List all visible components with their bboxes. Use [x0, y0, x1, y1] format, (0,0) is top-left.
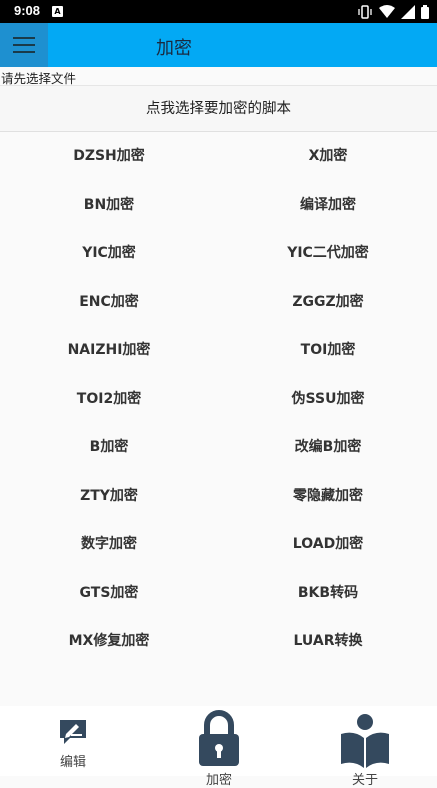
signal-icon: [401, 4, 415, 19]
encrypt-option-button[interactable]: 零隐藏加密: [219, 472, 437, 520]
page-title: 加密: [156, 38, 192, 59]
encrypt-option-button[interactable]: TOI加密: [219, 326, 437, 374]
encrypt-option-button[interactable]: NAIZHI加密: [0, 326, 218, 374]
nav-item-encrypt[interactable]: 加密: [146, 706, 292, 788]
battery-icon: [421, 4, 429, 19]
encrypt-option-button[interactable]: ZTY加密: [0, 472, 218, 520]
reader-icon: [341, 714, 389, 768]
encrypt-option-button[interactable]: 伪SSU加密: [219, 375, 437, 423]
nav-label-encrypt: 加密: [205, 773, 232, 788]
encrypt-option-button[interactable]: YIC二代加密: [219, 229, 437, 277]
encrypt-option-button[interactable]: LOAD加密: [219, 520, 437, 568]
menu-icon-line: [13, 51, 35, 53]
encrypt-option-button[interactable]: LUAR转换: [219, 617, 437, 665]
encrypt-option-button[interactable]: YIC加密: [0, 229, 218, 277]
lock-icon: [199, 710, 239, 766]
nav-item-about[interactable]: 关于: [292, 706, 437, 788]
nav-label-edit: 编辑: [59, 755, 86, 770]
notification-icon: A: [52, 6, 63, 17]
encrypt-option-button[interactable]: 改编B加密: [219, 423, 437, 471]
menu-icon-line: [13, 44, 35, 46]
wifi-icon: [379, 4, 395, 18]
encrypt-option-button[interactable]: DZSH加密: [0, 132, 218, 180]
encrypt-option-button[interactable]: MX修复加密: [0, 617, 218, 665]
pick-script-button[interactable]: 点我选择要加密的脚本: [0, 85, 437, 132]
encrypt-option-button[interactable]: GTS加密: [0, 569, 218, 617]
system-icons: [357, 4, 429, 19]
encrypt-option-button[interactable]: BN加密: [0, 181, 218, 229]
encrypt-option-button[interactable]: B加密: [0, 423, 218, 471]
bottom-navigation: 编辑 加密 关于: [0, 706, 437, 788]
menu-button[interactable]: [0, 23, 48, 67]
encrypt-option-button[interactable]: 数字加密: [0, 520, 218, 568]
vibrate-icon: [358, 4, 372, 19]
encrypt-option-button[interactable]: ZGGZ加密: [219, 278, 437, 326]
encrypt-option-button[interactable]: TOI2加密: [0, 375, 218, 423]
menu-icon-line: [13, 37, 35, 39]
encrypt-option-button[interactable]: ENC加密: [0, 278, 218, 326]
nav-item-edit[interactable]: 编辑: [0, 706, 146, 776]
status-time: 9:08: [14, 3, 41, 18]
encrypt-option-button[interactable]: BKB转码: [219, 569, 437, 617]
edit-icon: [60, 720, 86, 744]
app-bar: 加密: [0, 23, 437, 67]
nav-label-about: 关于: [351, 773, 378, 788]
encrypt-option-button[interactable]: X加密: [219, 132, 437, 180]
status-bar: 9:08 A: [0, 0, 437, 23]
encrypt-option-button[interactable]: 编译加密: [219, 181, 437, 229]
